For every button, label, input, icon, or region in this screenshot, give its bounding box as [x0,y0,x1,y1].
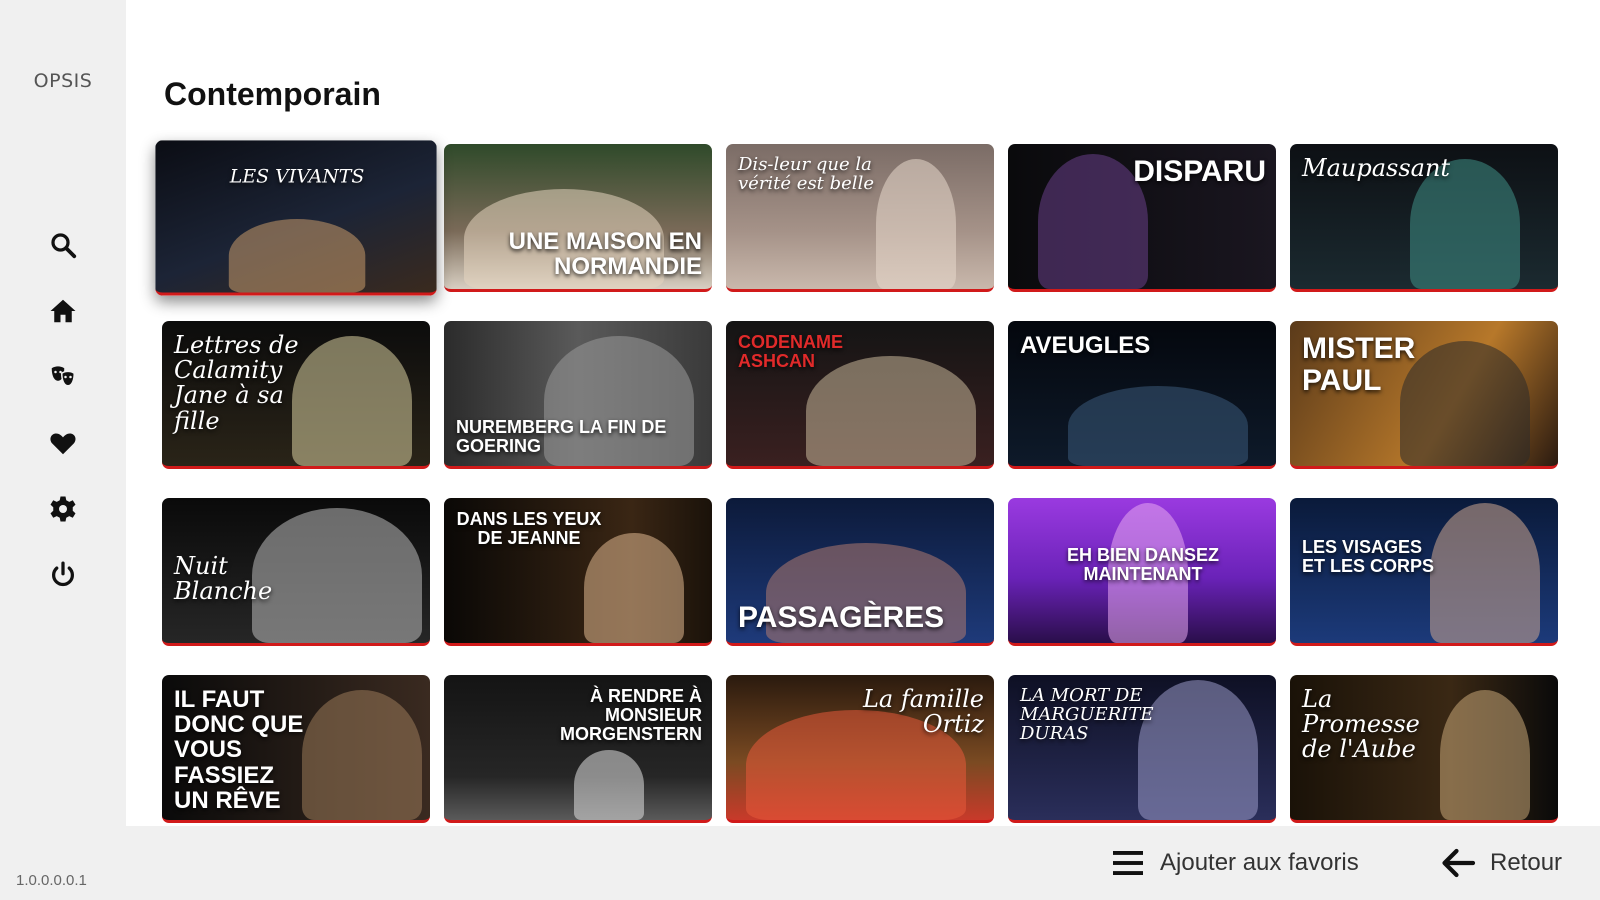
show-title: Maupassant [1302,154,1451,182]
arrow-left-icon [1442,848,1476,878]
show-card[interactable]: MISTER PAUL [1290,321,1558,469]
show-card[interactable]: EH BIEN DANSEZ MAINTENANT [1008,498,1276,646]
show-title: Lettres de Calamity Jane à sa fille [174,331,299,435]
show-title: CODENAME ASHCAN [738,332,844,371]
show-card[interactable]: LES VISAGES ET LES CORPS [1290,498,1558,646]
show-card[interactable]: CODENAME ASHCAN [726,321,994,469]
show-card[interactable]: PASSAGÈRES [726,498,994,646]
gear-icon [50,496,76,522]
add-to-favorites-label: Ajouter aux favoris [1160,849,1359,876]
bottom-action-bar: Ajouter aux favoris Retour [126,826,1600,900]
sidebar-item-search[interactable] [0,212,126,278]
menu-icon [1113,851,1143,875]
show-title: La Promesse de l'Aube [1302,685,1420,764]
app-logo: OPSIS [33,70,93,92]
back-button[interactable]: Retour [1440,826,1562,900]
show-title: Nuit Blanche [174,552,273,606]
sidebar-nav [0,212,126,608]
show-title: UNE MAISON EN NORMANDIE [508,227,702,280]
show-title: IL FAUT DONC QUE VOUS FASSIEZ UN RÊVE [174,686,304,814]
show-card[interactable]: LA MORT DE MARGUERITE DURAS [1008,675,1276,823]
show-title: LA MORT DE MARGUERITE DURAS [1020,685,1154,744]
power-icon [52,561,74,587]
sidebar: OPSIS 1.0.0.0.0.1 [0,0,126,900]
show-card[interactable]: Dis-leur que la vérité est belle [726,144,994,292]
show-card[interactable]: DANS LES YEUX DE JEANNE [444,498,712,646]
show-title: À RENDRE À MONSIEUR MORGENSTERN [559,686,702,744]
heart-icon [50,433,76,455]
show-card[interactable]: LES VIVANTS [155,140,437,296]
show-card[interactable]: IL FAUT DONC QUE VOUS FASSIEZ UN RÊVE [162,675,430,823]
back-label: Retour [1490,849,1563,876]
show-grid: LES VIVANTS UNE MAISON EN NORMANDIE Dis-… [155,140,1558,823]
show-card[interactable]: Lettres de Calamity Jane à sa fille [162,321,430,469]
show-title: PASSAGÈRES [738,600,945,634]
content-area: Contemporain LES VIVANTS UNE MAISON EN N… [126,0,1600,826]
show-title: LES VISAGES ET LES CORPS [1302,537,1435,576]
sidebar-item-theater[interactable] [0,344,126,410]
show-card[interactable]: DISPARU [1008,144,1276,292]
sidebar-item-settings[interactable] [0,476,126,542]
show-card[interactable]: UNE MAISON EN NORMANDIE [444,144,712,292]
show-card[interactable]: NUREMBERG LA FIN DE GOERING [444,321,712,469]
show-card[interactable]: Nuit Blanche [162,498,430,646]
sidebar-item-power[interactable] [0,542,126,608]
show-title: La famille Ortiz [862,685,984,739]
show-title: EH BIEN DANSEZ MAINTENANT [1066,545,1219,584]
home-icon [50,299,76,323]
theater-masks-icon [51,366,76,387]
page-title: Contemporain [164,76,381,112]
show-card[interactable]: AVEUGLES [1008,321,1276,469]
show-title: LES VIVANTS [229,165,365,188]
show-title: AVEUGLES [1020,332,1151,359]
show-title: MISTER PAUL [1302,332,1416,397]
show-title: DISPARU [1133,155,1266,188]
show-card[interactable]: La famille Ortiz [726,675,994,823]
show-card[interactable]: Maupassant [1290,144,1558,292]
show-card[interactable]: La Promesse de l'Aube [1290,675,1558,823]
search-icon [51,233,77,259]
app-version: 1.0.0.0.0.1 [16,872,87,889]
show-card[interactable]: À RENDRE À MONSIEUR MORGENSTERN [444,675,712,823]
sidebar-item-favorites[interactable] [0,410,126,476]
show-title: Dis-leur que la vérité est belle [738,154,874,194]
add-to-favorites-button[interactable]: Ajouter aux favoris [1110,826,1359,900]
show-title: DANS LES YEUX DE JEANNE [456,509,602,548]
app-root: OPSIS 1.0.0.0.0.1 Contemporain LES VIVAN… [0,0,1600,900]
sidebar-item-home[interactable] [0,278,126,344]
show-title: NUREMBERG LA FIN DE GOERING [456,417,667,457]
